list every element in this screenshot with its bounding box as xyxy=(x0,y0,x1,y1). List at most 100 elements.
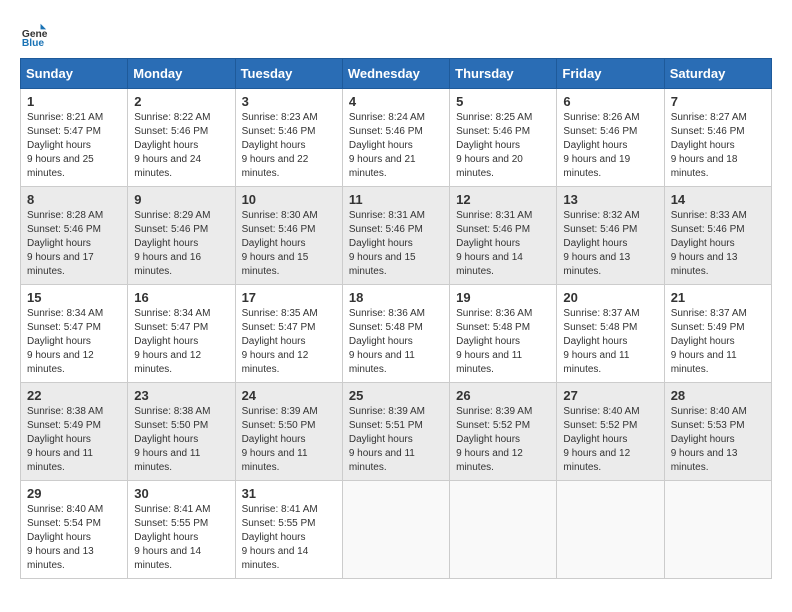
sunset-label: Sunset: 5:52 PM xyxy=(563,420,637,431)
calendar-cell: 10 Sunrise: 8:30 AM Sunset: 5:46 PM Dayl… xyxy=(235,187,342,285)
daylight-value: 9 hours and 13 minutes. xyxy=(27,546,94,571)
daylight-label: Daylight hours xyxy=(456,140,520,151)
daylight-value: 9 hours and 11 minutes. xyxy=(349,448,415,473)
day-info: Sunrise: 8:30 AM Sunset: 5:46 PM Dayligh… xyxy=(242,209,336,279)
day-number: 17 xyxy=(242,290,336,305)
sunrise-label: Sunrise: 8:28 AM xyxy=(27,210,103,221)
day-info: Sunrise: 8:27 AM Sunset: 5:46 PM Dayligh… xyxy=(671,111,765,181)
day-number: 16 xyxy=(134,290,228,305)
sunset-label: Sunset: 5:51 PM xyxy=(349,420,423,431)
daylight-value: 9 hours and 15 minutes. xyxy=(242,252,309,277)
day-number: 10 xyxy=(242,192,336,207)
sunrise-label: Sunrise: 8:31 AM xyxy=(349,210,425,221)
daylight-value: 9 hours and 13 minutes. xyxy=(671,448,738,473)
sunrise-label: Sunrise: 8:36 AM xyxy=(456,308,532,319)
daylight-label: Daylight hours xyxy=(456,336,520,347)
sunset-label: Sunset: 5:48 PM xyxy=(563,322,637,333)
day-info: Sunrise: 8:22 AM Sunset: 5:46 PM Dayligh… xyxy=(134,111,228,181)
calendar-cell: 29 Sunrise: 8:40 AM Sunset: 5:54 PM Dayl… xyxy=(21,481,128,579)
day-info: Sunrise: 8:21 AM Sunset: 5:47 PM Dayligh… xyxy=(27,111,121,181)
sunset-label: Sunset: 5:47 PM xyxy=(27,126,101,137)
day-number: 8 xyxy=(27,192,121,207)
sunrise-label: Sunrise: 8:31 AM xyxy=(456,210,532,221)
day-info: Sunrise: 8:29 AM Sunset: 5:46 PM Dayligh… xyxy=(134,209,228,279)
day-info: Sunrise: 8:28 AM Sunset: 5:46 PM Dayligh… xyxy=(27,209,121,279)
week-row-2: 8 Sunrise: 8:28 AM Sunset: 5:46 PM Dayli… xyxy=(21,187,772,285)
sunrise-label: Sunrise: 8:40 AM xyxy=(563,406,639,417)
logo-icon: General Blue xyxy=(20,20,48,48)
calendar-cell xyxy=(557,481,664,579)
sunset-label: Sunset: 5:54 PM xyxy=(27,518,101,529)
daylight-label: Daylight hours xyxy=(242,532,306,543)
calendar-cell: 11 Sunrise: 8:31 AM Sunset: 5:46 PM Dayl… xyxy=(342,187,449,285)
calendar-body: 1 Sunrise: 8:21 AM Sunset: 5:47 PM Dayli… xyxy=(21,89,772,579)
calendar-cell: 12 Sunrise: 8:31 AM Sunset: 5:46 PM Dayl… xyxy=(450,187,557,285)
daylight-label: Daylight hours xyxy=(242,336,306,347)
daylight-label: Daylight hours xyxy=(27,140,91,151)
day-number: 25 xyxy=(349,388,443,403)
sunrise-label: Sunrise: 8:36 AM xyxy=(349,308,425,319)
dow-header-tuesday: Tuesday xyxy=(235,59,342,89)
dow-header-thursday: Thursday xyxy=(450,59,557,89)
sunrise-label: Sunrise: 8:39 AM xyxy=(242,406,318,417)
sunset-label: Sunset: 5:46 PM xyxy=(134,126,208,137)
calendar-cell: 20 Sunrise: 8:37 AM Sunset: 5:48 PM Dayl… xyxy=(557,285,664,383)
sunrise-label: Sunrise: 8:34 AM xyxy=(27,308,103,319)
day-number: 30 xyxy=(134,486,228,501)
daylight-value: 9 hours and 20 minutes. xyxy=(456,154,523,179)
dow-header-wednesday: Wednesday xyxy=(342,59,449,89)
calendar-cell: 7 Sunrise: 8:27 AM Sunset: 5:46 PM Dayli… xyxy=(664,89,771,187)
daylight-value: 9 hours and 11 minutes. xyxy=(563,350,629,375)
daylight-value: 9 hours and 19 minutes. xyxy=(563,154,630,179)
day-number: 18 xyxy=(349,290,443,305)
day-number: 4 xyxy=(349,94,443,109)
sunset-label: Sunset: 5:52 PM xyxy=(456,420,530,431)
calendar-cell: 17 Sunrise: 8:35 AM Sunset: 5:47 PM Dayl… xyxy=(235,285,342,383)
daylight-label: Daylight hours xyxy=(563,336,627,347)
dow-header-sunday: Sunday xyxy=(21,59,128,89)
sunrise-label: Sunrise: 8:21 AM xyxy=(27,112,103,123)
calendar-cell: 28 Sunrise: 8:40 AM Sunset: 5:53 PM Dayl… xyxy=(664,383,771,481)
calendar-cell: 31 Sunrise: 8:41 AM Sunset: 5:55 PM Dayl… xyxy=(235,481,342,579)
day-info: Sunrise: 8:23 AM Sunset: 5:46 PM Dayligh… xyxy=(242,111,336,181)
daylight-label: Daylight hours xyxy=(671,238,735,249)
daylight-value: 9 hours and 15 minutes. xyxy=(349,252,416,277)
sunrise-label: Sunrise: 8:30 AM xyxy=(242,210,318,221)
daylight-label: Daylight hours xyxy=(27,532,91,543)
week-row-5: 29 Sunrise: 8:40 AM Sunset: 5:54 PM Dayl… xyxy=(21,481,772,579)
sunrise-label: Sunrise: 8:41 AM xyxy=(134,504,210,515)
daylight-label: Daylight hours xyxy=(456,434,520,445)
day-number: 22 xyxy=(27,388,121,403)
day-number: 24 xyxy=(242,388,336,403)
sunset-label: Sunset: 5:46 PM xyxy=(134,224,208,235)
daylight-value: 9 hours and 21 minutes. xyxy=(349,154,416,179)
day-number: 29 xyxy=(27,486,121,501)
sunrise-label: Sunrise: 8:34 AM xyxy=(134,308,210,319)
logo: General Blue xyxy=(20,20,52,48)
calendar-cell: 27 Sunrise: 8:40 AM Sunset: 5:52 PM Dayl… xyxy=(557,383,664,481)
week-row-4: 22 Sunrise: 8:38 AM Sunset: 5:49 PM Dayl… xyxy=(21,383,772,481)
sunrise-label: Sunrise: 8:25 AM xyxy=(456,112,532,123)
calendar-cell: 5 Sunrise: 8:25 AM Sunset: 5:46 PM Dayli… xyxy=(450,89,557,187)
daylight-label: Daylight hours xyxy=(349,336,413,347)
dow-header-monday: Monday xyxy=(128,59,235,89)
sunset-label: Sunset: 5:47 PM xyxy=(242,322,316,333)
day-number: 6 xyxy=(563,94,657,109)
daylight-value: 9 hours and 11 minutes. xyxy=(349,350,415,375)
day-number: 3 xyxy=(242,94,336,109)
daylight-label: Daylight hours xyxy=(563,140,627,151)
daylight-value: 9 hours and 11 minutes. xyxy=(671,350,737,375)
day-info: Sunrise: 8:41 AM Sunset: 5:55 PM Dayligh… xyxy=(134,503,228,573)
day-number: 1 xyxy=(27,94,121,109)
day-number: 20 xyxy=(563,290,657,305)
day-number: 26 xyxy=(456,388,550,403)
day-number: 19 xyxy=(456,290,550,305)
sunrise-label: Sunrise: 8:39 AM xyxy=(456,406,532,417)
sunset-label: Sunset: 5:46 PM xyxy=(563,224,637,235)
daylight-label: Daylight hours xyxy=(671,140,735,151)
sunset-label: Sunset: 5:47 PM xyxy=(27,322,101,333)
sunrise-label: Sunrise: 8:26 AM xyxy=(563,112,639,123)
dow-header-friday: Friday xyxy=(557,59,664,89)
day-number: 28 xyxy=(671,388,765,403)
daylight-value: 9 hours and 24 minutes. xyxy=(134,154,201,179)
